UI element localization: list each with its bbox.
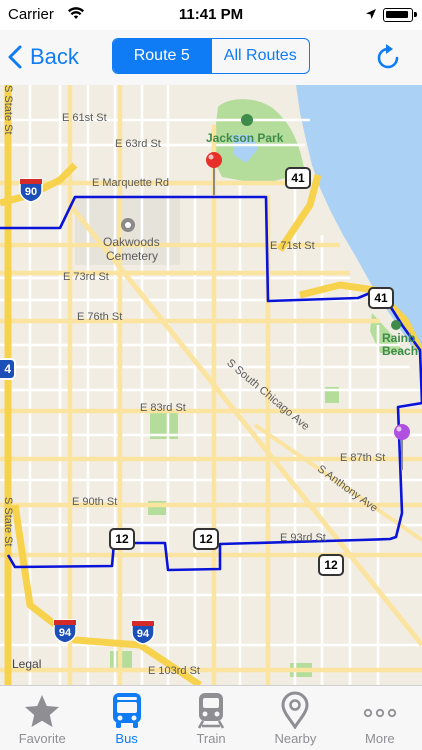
street-label-e83: E 83rd St <box>140 402 186 414</box>
chevron-left-icon <box>8 45 22 69</box>
street-label-e103: E 103rd St <box>148 665 200 677</box>
refresh-icon <box>377 44 399 69</box>
refresh-button[interactable] <box>372 42 404 74</box>
us-12-shield: 12 <box>193 528 219 550</box>
street-label-e93: E 93rd St <box>280 532 326 544</box>
battery-icon <box>383 8 417 22</box>
interstate-94-label: 94 <box>136 628 150 640</box>
interstate-94-label: 94 <box>58 627 72 639</box>
street-label-e61: E 61st St <box>62 112 107 124</box>
location-arrow-icon <box>365 7 377 25</box>
us-12-shield: 12 <box>109 528 135 550</box>
back-label: Back <box>30 44 79 69</box>
tab-favorite[interactable]: Favorite <box>0 686 84 750</box>
street-label-marquette: E Marquette Rd <box>92 177 170 189</box>
street-label-e71: E 71st St <box>270 240 315 252</box>
location-pin-icon <box>281 691 309 729</box>
segment-route-5[interactable]: Route 5 <box>113 39 211 73</box>
place-label-rainbow: Rainb <box>382 331 416 345</box>
tab-bus[interactable]: Bus <box>84 686 168 750</box>
back-button[interactable]: Back <box>8 40 79 74</box>
us-12-label: 12 <box>324 558 338 572</box>
navigation-bar: Back Route 5 All Routes <box>0 30 422 85</box>
place-label-jackson-park: Jackson Park <box>206 131 284 145</box>
place-label-cemetery: Cemetery <box>106 249 159 263</box>
street-label-state-st: S State St <box>2 497 14 547</box>
street-label-e63: E 63rd St <box>115 138 161 150</box>
tab-more[interactable]: More <box>338 686 422 750</box>
more-dots-icon <box>363 708 396 718</box>
us-12-label: 12 <box>115 532 129 546</box>
segment-all-routes[interactable]: All Routes <box>210 39 310 73</box>
tab-bar: Favorite Bus Train Nearby More <box>0 685 422 750</box>
place-label-beach: Beach <box>382 344 419 358</box>
star-icon <box>25 695 60 727</box>
street-label-e76: E 76th St <box>77 311 123 323</box>
us-12-label: 12 <box>199 532 213 546</box>
route-segmented-control: Route 5 All Routes <box>112 38 310 74</box>
tab-more-label: More <box>365 731 395 746</box>
route-map[interactable]: 90 94 94 41 41 12 12 12 4 E 61st St E 63… <box>0 85 422 685</box>
interstate-94-shield: 94 <box>52 618 78 644</box>
tab-nearby-label: Nearby <box>274 731 317 746</box>
us-12-shield: 12 <box>318 554 344 576</box>
us-41-label: 41 <box>374 291 388 305</box>
street-label-e87: E 87th St <box>340 452 386 464</box>
interstate-90-label: 90 <box>24 186 38 198</box>
tab-train-label: Train <box>196 731 226 746</box>
map-canvas <box>0 85 422 685</box>
interstate-94-shield: 94 <box>130 619 156 645</box>
map-legal-link[interactable]: Legal <box>12 657 41 671</box>
street-label-e73: E 73rd St <box>63 271 109 283</box>
status-bar: Carrier 11:41 PM <box>0 0 422 30</box>
interstate-90-shield: 90 <box>18 177 44 203</box>
tab-bus-label: Bus <box>115 731 138 746</box>
route-shield-partial-label: 4 <box>4 362 11 376</box>
place-label-oakwoods: Oakwoods <box>103 235 160 249</box>
train-icon <box>197 693 225 729</box>
street-label-state-st: S State St <box>2 85 14 135</box>
street-label-e90: E 90th St <box>72 496 118 508</box>
route-shield-partial: 4 <box>0 358 16 380</box>
us-41-shield: 41 <box>368 287 394 309</box>
tab-nearby[interactable]: Nearby <box>253 686 337 750</box>
us-41-label: 41 <box>291 171 305 185</box>
us-41-shield: 41 <box>285 167 311 189</box>
bus-icon <box>112 693 141 728</box>
tab-train[interactable]: Train <box>169 686 253 750</box>
tab-favorite-label: Favorite <box>18 731 66 746</box>
status-time: 11:41 PM <box>178 6 244 23</box>
